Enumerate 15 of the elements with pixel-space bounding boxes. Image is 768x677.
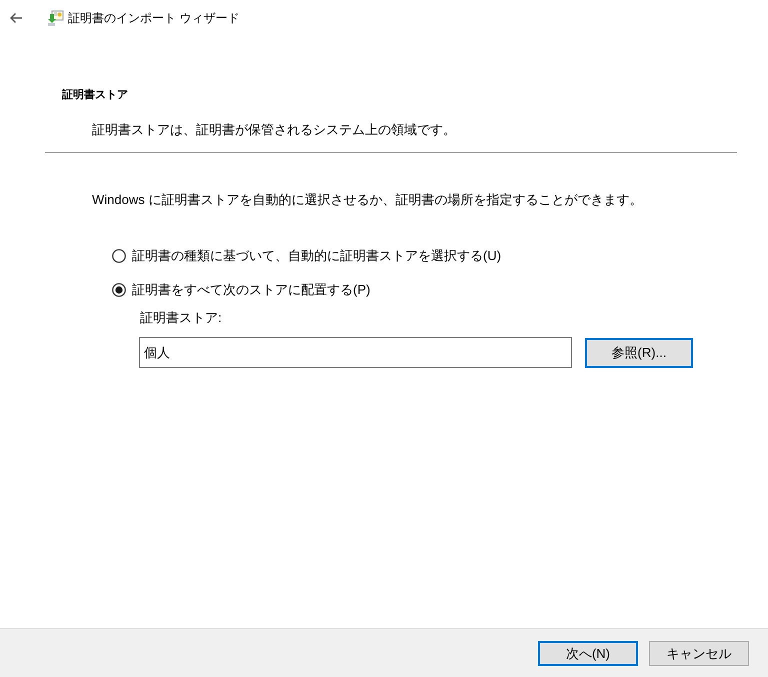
dialog-button[interactable]: キャンセル [649, 641, 749, 666]
store-label: 証明書ストア: [140, 309, 222, 327]
intro-text: Windows に証明書ストアを自動的に選択させるか、証明書の場所を指定することができます。 [92, 191, 642, 209]
page-description: 証明書ストアは、証明書が保管されるシステム上の領域です。 [92, 121, 456, 139]
back-arrow-icon [9, 12, 23, 24]
dialog-button[interactable]: 次へ(N) [538, 641, 638, 666]
browse-button[interactable]: 参照(R)... [585, 338, 693, 368]
radio-option[interactable]: 証明書の種類に基づいて、自動的に証明書ストアを選択する(U) [112, 247, 502, 265]
store-input-field[interactable]: 個人 [139, 337, 572, 368]
page-heading: 証明書ストア [62, 88, 128, 102]
certificate-icon [47, 10, 64, 26]
radio-selected-icon[interactable] [112, 283, 126, 297]
radio-option[interactable]: 証明書をすべて次のストアに配置する(P) [112, 281, 370, 299]
window-title: 証明書のインポート ウィザード [68, 10, 240, 27]
radio-empty-icon[interactable] [112, 249, 126, 263]
